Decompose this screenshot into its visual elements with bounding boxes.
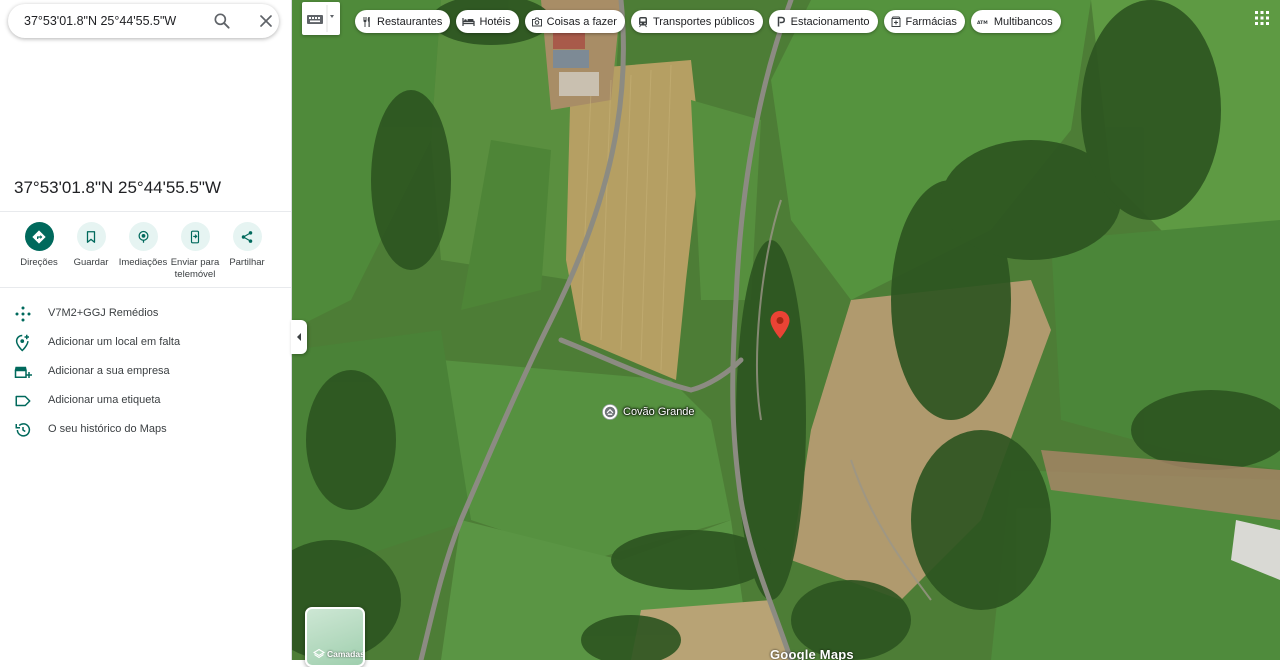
nearby-button[interactable]: Imediações [115,222,171,269]
close-icon [260,15,272,27]
chip-pharmacies[interactable]: Farmácias [883,10,965,33]
send-to-phone-icon [190,230,200,243]
share-icon [241,230,253,243]
place-label-covao-grande[interactable]: Covão Grande [601,403,695,421]
add-location-icon [15,334,29,352]
directions-button[interactable]: Direções [11,222,67,269]
action-label: Partilhar [229,257,265,268]
label-icon [15,395,31,407]
history-icon [15,423,31,437]
add-label-label: Adicionar uma etiqueta [48,394,161,406]
google-apps-button[interactable] [1254,10,1270,26]
location-pin-icon[interactable] [770,311,790,339]
chevron-left-icon [297,333,301,341]
chip-atms[interactable]: ATM Multibancos [970,10,1061,33]
send-to-phone-button[interactable]: Enviar para telemóvel [167,222,223,281]
chip-parking[interactable]: Estacionamento [768,10,878,33]
place-details-list: V7M2+GGJ Remédios Adicionar um local em … [0,299,291,444]
transit-icon [638,16,647,27]
chip-things-to-do[interactable]: Coisas a fazer [524,10,625,33]
google-maps-logo: Google Maps [770,647,854,660]
bookmark-icon [86,230,96,243]
action-label: Enviar para telemóvel [170,257,220,280]
place-label-text: Covão Grande [623,406,695,418]
chip-label: Restaurantes [377,15,443,28]
keyboard-icon [307,5,334,32]
chip-hotels[interactable]: Hotéis [456,10,519,33]
layers-label: Camadas [327,649,365,659]
search-icon [214,13,230,29]
share-button[interactable]: Partilhar [219,222,275,269]
map-canvas[interactable]: Covão Grande Google Maps [291,0,1280,660]
action-label: Guardar [73,257,109,268]
add-business-icon [14,366,32,378]
search-box [8,4,279,38]
chip-label: Transportes públicos [652,15,755,28]
action-label: Imediações [118,257,168,268]
chip-label: Multibancos [993,15,1053,28]
plus-code-item[interactable]: V7M2+GGJ Remédios [0,299,291,328]
action-buttons: Direções Guardar Imediações Enviar para … [12,222,282,282]
clear-search-button[interactable] [256,11,276,31]
category-chips: Restaurantes Hotéis Coisas a fazer Trans… [355,10,1061,33]
add-missing-place-item[interactable]: Adicionar um local em falta [0,328,291,357]
svg-text:ATM: ATM [977,20,988,26]
search-button[interactable] [212,11,232,31]
search-input[interactable] [24,4,204,38]
add-missing-place-label: Adicionar um local em falta [48,336,181,348]
chip-label: Hotéis [479,15,511,28]
keyboard-input-button[interactable] [302,2,340,35]
nearby-icon [138,230,148,243]
add-business-item[interactable]: Adicionar a sua empresa [0,357,291,386]
sidebar: 37°53'01.8"N 25°44'55.5"W Direções Guard… [0,0,292,660]
plus-code-label: V7M2+GGJ Remédios [48,307,159,319]
chip-transit[interactable]: Transportes públicos [630,10,763,33]
layers-button[interactable]: Camadas [305,607,365,667]
collapse-panel-button[interactable] [291,320,307,354]
chip-label: Estacionamento [790,15,870,28]
layers-icon [313,648,325,659]
add-business-label: Adicionar a sua empresa [48,365,170,377]
hotel-icon [462,17,476,26]
maps-history-item[interactable]: O seu histórico do Maps [0,415,291,444]
save-button[interactable]: Guardar [63,222,119,269]
pharmacy-icon [891,16,901,27]
directions-icon [32,229,46,244]
chip-restaurants[interactable]: Restaurantes [355,10,451,33]
action-label: Direções [20,257,58,268]
divider [0,211,291,212]
parking-icon [777,16,785,26]
landmark-icon [602,404,618,420]
apps-grid-icon [1255,11,1269,25]
restaurant-icon [363,16,370,27]
add-label-item[interactable]: Adicionar uma etiqueta [0,386,291,415]
plus-code-icon [15,306,31,322]
maps-history-label: O seu histórico do Maps [48,423,167,435]
divider [0,287,291,288]
atm-icon: ATM [977,20,988,26]
chip-label: Coisas a fazer [546,15,617,28]
chip-label: Farmácias [905,15,957,28]
place-title: 37°53'01.8"N 25°44'55.5"W [14,178,222,197]
camera-icon [531,17,542,26]
